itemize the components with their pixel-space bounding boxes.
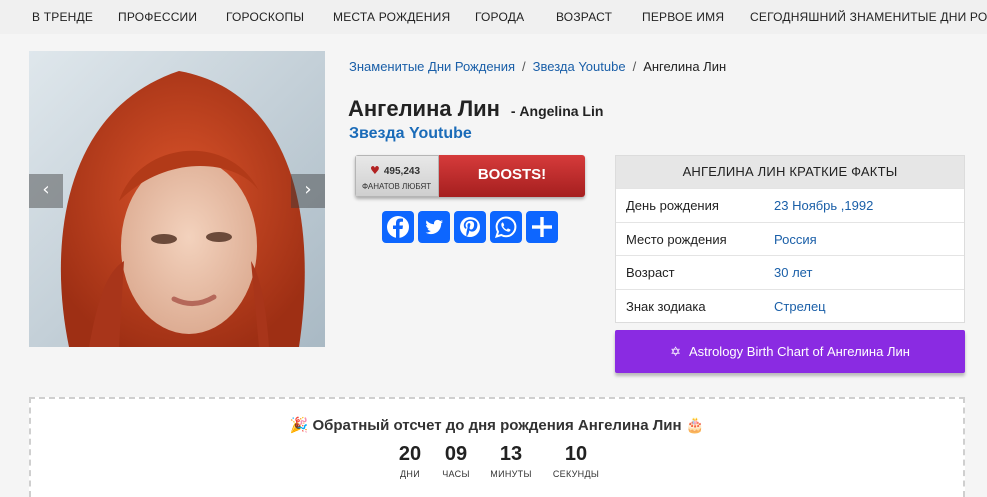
fact-row-birthplace: Место рождения Россия: [616, 221, 964, 256]
quick-facts-title: АНГЕЛИНА ЛИН КРАТКИЕ ФАКТЫ: [616, 156, 964, 188]
fan-counter: ♥ 495,243 ФАНАТОВ ЛЮБЯТ: [355, 155, 439, 197]
fan-count: ♥ 495,243: [370, 164, 420, 177]
fact-value-link[interactable]: 30 лет: [774, 265, 812, 280]
pinterest-icon: [460, 217, 480, 237]
nav-item-first-name[interactable]: ПЕРВОЕ ИМЯ: [642, 0, 724, 34]
astrology-button-label: Astrology Birth Chart of Ангелина Лин: [688, 344, 910, 359]
countdown-unit: ЧАСЫ: [442, 469, 470, 479]
carousel-prev-button[interactable]: ‹: [29, 174, 63, 208]
carousel-next-button[interactable]: ›: [291, 174, 325, 208]
fact-label: Возраст: [626, 265, 675, 280]
fact-row-zodiac: Знак зодиака Стрелец: [616, 288, 964, 323]
fact-row-age: Возраст 30 лет: [616, 255, 964, 289]
facebook-share-button[interactable]: [382, 211, 414, 243]
fan-count-value: 495,243: [383, 166, 421, 177]
heart-icon: ♥: [370, 164, 380, 177]
page-title: Ангелина Лин - Angelina Lin: [348, 87, 603, 124]
birthday-countdown: 🎉 Обратный отсчет до дня рождения Ангели…: [29, 397, 965, 497]
chevron-left-icon: ‹: [42, 179, 50, 200]
nav-item-age[interactable]: ВОЗРАСТ: [556, 0, 612, 34]
pinterest-share-button[interactable]: [454, 211, 486, 243]
breadcrumb-separator: /: [632, 59, 637, 74]
birthday-cake-icon: 🎂: [685, 416, 705, 434]
top-nav: В ТРЕНДЕ ПРОФЕССИИ ГОРОСКОПЫ МЕСТА РОЖДЕ…: [0, 0, 987, 34]
celebrity-name: Ангелина Лин: [348, 96, 500, 121]
countdown-unit: МИНУТЫ: [490, 469, 532, 479]
countdown-value: 09: [444, 443, 468, 465]
fact-row-birthday: День рождения 23 Ноябрь ,1992: [616, 188, 964, 222]
countdown-unit: ДНИ: [400, 469, 420, 479]
profile-photo: [29, 51, 325, 347]
fact-value-link[interactable]: Стрелец: [774, 299, 826, 314]
portrait-image: [29, 51, 325, 347]
party-popper-icon: 🎉: [289, 416, 309, 434]
plus-icon: [532, 217, 552, 237]
profession-link[interactable]: Звезда Youtube: [349, 125, 472, 143]
fans-label: ФАНАТОВ ЛЮБЯТ: [362, 182, 432, 191]
twitter-share-button[interactable]: [418, 211, 450, 243]
facebook-icon: [387, 216, 409, 238]
more-share-button[interactable]: [526, 211, 558, 243]
quick-facts-table: АНГЕЛИНА ЛИН КРАТКИЕ ФАКТЫ День рождения…: [615, 155, 965, 323]
boost-button[interactable]: BOOSTS!: [439, 155, 585, 197]
celebrity-name-latin: - Angelina Lin: [510, 103, 604, 119]
countdown-seconds: 10 СЕКУНДЫ: [543, 443, 609, 479]
nav-item-trending[interactable]: В ТРЕНДЕ: [32, 0, 93, 34]
countdown-value: 20: [398, 443, 422, 465]
breadcrumb-current: Ангелина Лин: [643, 59, 727, 74]
nav-item-today-birthdays[interactable]: СЕГОДНЯШНИЙ ЗНАМЕНИТЫЕ ДНИ РОЖДЕНИЯ: [750, 0, 987, 34]
breadcrumb-home-link[interactable]: Знаменитые Дни Рождения: [349, 59, 515, 74]
breadcrumb-separator: /: [522, 59, 526, 74]
countdown-hours: 09 ЧАСЫ: [431, 443, 481, 479]
breadcrumb-category-link[interactable]: Звезда Youtube: [533, 59, 626, 74]
fact-value-link[interactable]: Россия: [774, 232, 817, 247]
fact-label: День рождения: [626, 198, 719, 213]
nav-item-horoscopes[interactable]: ГОРОСКОПЫ: [226, 0, 304, 34]
whatsapp-share-button[interactable]: [490, 211, 522, 243]
astrology-chart-button[interactable]: ✡ Astrology Birth Chart of Ангелина Лин: [615, 330, 965, 373]
countdown-title: 🎉 Обратный отсчет до дня рождения Ангели…: [31, 416, 963, 434]
twitter-icon: [425, 219, 443, 235]
nav-item-professions[interactable]: ПРОФЕССИИ: [118, 0, 197, 34]
countdown-unit: СЕКУНДЫ: [552, 469, 600, 479]
fact-label: Место рождения: [626, 231, 727, 247]
chevron-right-icon: ›: [304, 179, 312, 200]
countdown-title-text: Обратный отсчет до дня рождения Ангелина…: [312, 417, 682, 434]
countdown-value: 10: [564, 443, 588, 465]
countdown-value: 13: [499, 443, 523, 465]
nav-item-cities[interactable]: ГОРОДА: [475, 0, 524, 34]
boost-widget: ♥ 495,243 ФАНАТОВ ЛЮБЯТ BOOSTS!: [355, 155, 585, 197]
whatsapp-icon: [494, 216, 517, 239]
fact-label: Знак зодиака: [626, 298, 706, 314]
nav-item-birthplaces[interactable]: МЕСТА РОЖДЕНИЯ: [333, 0, 450, 34]
star-of-david-icon: ✡: [670, 345, 681, 360]
fact-value-link[interactable]: 23 Ноябрь ,1992: [774, 198, 873, 213]
countdown-days: 20 ДНИ: [385, 443, 435, 479]
breadcrumb: Знаменитые Дни Рождения / Звезда Youtube / А…: [349, 59, 726, 74]
countdown-minutes: 13 МИНУТЫ: [481, 443, 541, 479]
